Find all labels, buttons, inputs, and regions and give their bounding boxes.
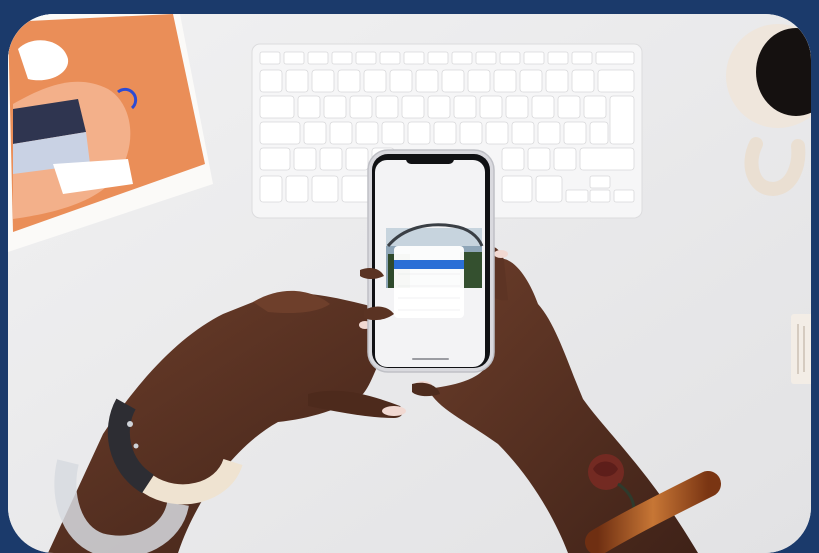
context-menu	[394, 246, 464, 318]
fingernail	[494, 250, 508, 258]
menu-item-highlighted[interactable]	[394, 260, 464, 269]
desk-object	[791, 314, 811, 384]
photo-frame	[8, 14, 811, 553]
fingernail	[382, 406, 406, 416]
phone-notch	[406, 154, 454, 164]
desk-photo	[8, 14, 811, 553]
smartphone-icon[interactable]	[367, 149, 495, 373]
